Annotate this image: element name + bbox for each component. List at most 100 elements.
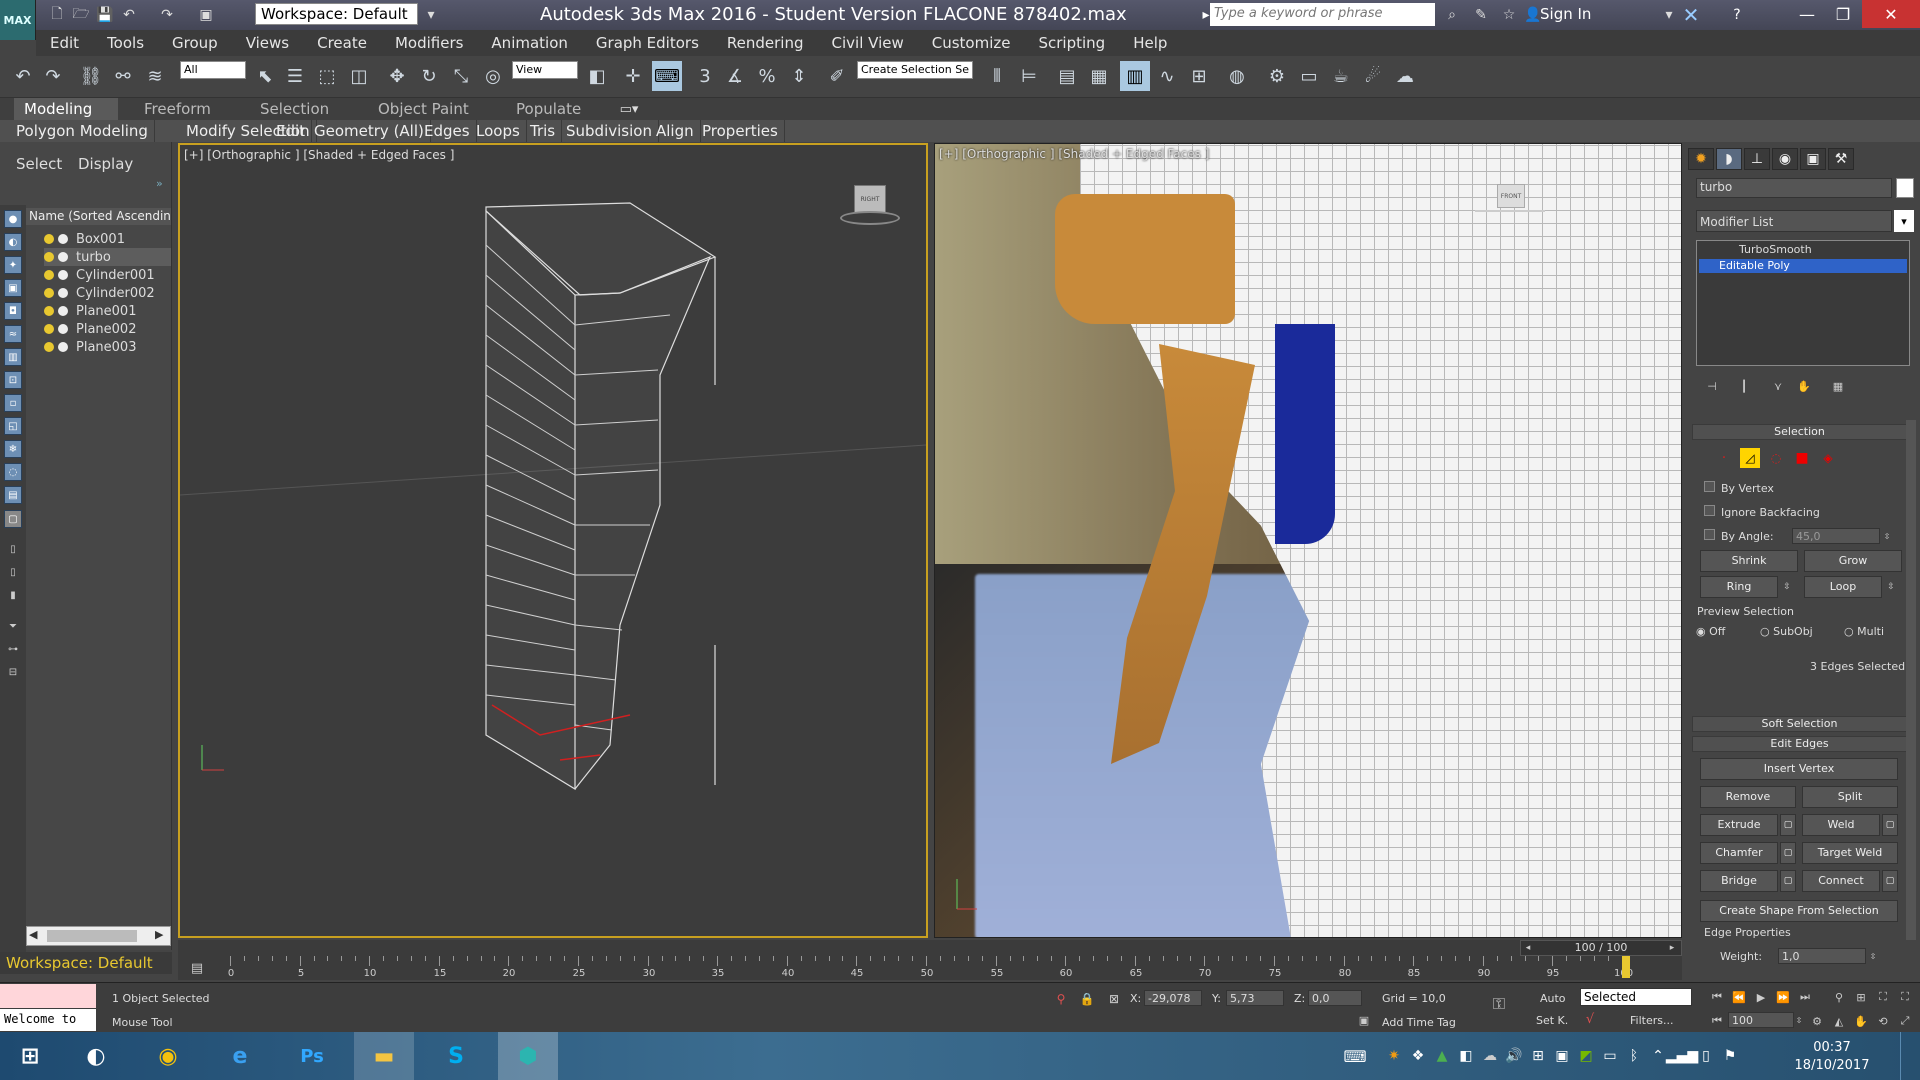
pin-stack-icon[interactable]: ⊣ [1704,378,1720,394]
select-by-name-icon[interactable]: ☰ [280,61,310,91]
list-item[interactable]: turbo [44,248,171,266]
key-filters-button[interactable]: Filters... [1630,1014,1673,1027]
display-panel-icon[interactable]: ▣ [1800,148,1826,170]
insert-vertex-button[interactable]: Insert Vertex [1700,758,1898,780]
named-selection-dropdown[interactable]: Create Selection Se [857,61,973,79]
z-coordinate-field[interactable]: 0,0 [1308,990,1362,1006]
weight-spinner[interactable]: 1,0 [1778,948,1866,964]
viewport-left[interactable]: [+] [Orthographic ] [Shaded + Edged Face… [178,143,928,938]
display-helpers-icon[interactable]: ◘ [4,302,22,320]
pivot-icon[interactable]: ◧ [582,61,612,91]
zoom-all-icon[interactable]: ⊞ [1852,988,1870,1006]
show-end-result-icon[interactable]: ┃ [1736,378,1752,394]
mini-curve-editor-icon[interactable]: ▤ [186,958,208,978]
steam-icon[interactable]: ◐ [66,1032,126,1080]
list-item[interactable]: Cylinder001 [44,266,171,284]
element-mode-icon[interactable]: ◈ [1818,448,1838,468]
welcome-text[interactable]: Welcome to [0,1009,96,1031]
binoculars-icon[interactable]: ⌕ [1441,5,1463,25]
visibility-icon[interactable] [58,342,68,352]
ribbon-options-icon[interactable]: ▭▾ [614,100,644,118]
selection-filter-dropdown[interactable]: All [180,61,246,79]
grow-button[interactable]: Grow [1804,550,1902,572]
zoom-extents-all-icon[interactable]: ⛶ [1896,988,1914,1006]
display-cameras-icon[interactable]: ▣ [4,279,22,297]
orbit-icon[interactable]: ⟲ [1874,1012,1892,1030]
go-to-start-icon[interactable]: ⏮ [1708,988,1726,1006]
viewcube-ring[interactable] [1475,210,1545,218]
viewcube[interactable]: FRONT [1475,184,1545,220]
ring-button[interactable]: Ring [1700,576,1778,598]
graphite-modeling-icon[interactable]: ▥ [1120,61,1150,91]
light-bulb-icon[interactable] [44,234,54,244]
soft-selection-rollout-header[interactable]: Soft Selection [1692,716,1907,732]
menu-scripting[interactable]: Scripting [1024,34,1119,52]
go-to-end-icon[interactable]: ⏭ [1796,988,1814,1006]
edge-mode-icon[interactable]: ◿ [1740,448,1760,468]
menu-views[interactable]: Views [232,34,303,52]
panel-edit[interactable]: Edit [270,120,313,142]
unlink-icon[interactable]: ⚯ [108,61,138,91]
tray-display-icon[interactable]: ▣ [1552,1044,1572,1068]
select-object-icon[interactable]: ⬉ [250,61,280,91]
workspace-dropdown[interactable]: Workspace: Default [255,3,418,25]
current-frame-marker[interactable] [1622,956,1630,978]
save-icon[interactable]: 💾 [94,5,116,25]
redo-icon[interactable]: ↷ [38,61,68,91]
modifier-list-dropdown[interactable]: Modifier List [1696,210,1892,232]
scroll-right-icon[interactable]: ▶ [155,928,163,941]
internet-explorer-icon[interactable]: e [210,1032,270,1080]
target-weld-button[interactable]: Target Weld [1802,842,1898,864]
close-icon[interactable]: ✕ [1862,0,1920,28]
field-of-view-icon[interactable]: ◭ [1830,1012,1848,1030]
remove-modifier-icon[interactable]: ✋ [1796,378,1812,394]
undo-icon[interactable]: ↶ [118,5,140,25]
ignore-backfacing-option[interactable]: Ignore Backfacing [1704,505,1820,519]
select-manipulate-icon[interactable]: ✛ [618,61,648,91]
absolute-mode-icon[interactable]: ⊠ [1106,990,1122,1008]
weld-button[interactable]: Weld [1802,814,1880,836]
panel-properties[interactable]: Properties [696,120,785,142]
display-none-icon[interactable]: ▢ [4,510,22,528]
placement-icon[interactable]: ◎ [478,61,508,91]
list-item[interactable]: Plane002 [44,320,171,338]
bluetooth-icon[interactable]: ᛒ [1624,1044,1644,1068]
loop-button[interactable]: Loop [1804,576,1882,598]
keyboard-shortcut-override-icon[interactable]: ⌨ [652,61,682,91]
zoom-icon[interactable]: ⚲ [1830,988,1848,1006]
workspace-menu-icon[interactable]: ▾ [420,5,442,25]
snaps-toggle-icon[interactable]: 3 [690,61,720,91]
rendered-frame-icon[interactable]: ▭ [1294,61,1324,91]
maximize-viewport-icon[interactable]: ⤢ [1896,1012,1914,1030]
light-bulb-icon[interactable] [44,324,54,334]
visibility-icon[interactable] [58,252,68,262]
ring-spinner-icon[interactable]: ⇳ [1780,576,1794,598]
prev-frame-icon[interactable]: ◂ [1522,940,1534,956]
bridge-settings-icon[interactable]: ▢ [1780,870,1796,892]
checkbox[interactable] [1704,481,1715,492]
default-tangents-icon[interactable]: √ [1582,1010,1598,1028]
window-crossing-icon[interactable]: ◫ [344,61,374,91]
viewcube[interactable]: RIGHT [840,185,900,225]
rect-selection-icon[interactable]: ⬚ [312,61,342,91]
display-spacewarps-icon[interactable]: ≈ [4,325,22,343]
list-item[interactable]: Plane003 [44,338,171,356]
battery-icon[interactable]: ▯ [1696,1044,1716,1068]
polygon-mode-icon[interactable]: ■ [1792,448,1812,468]
material-editor-icon[interactable]: ◍ [1222,61,1252,91]
curve-editor-icon[interactable]: ∿ [1152,61,1182,91]
render-setup-icon[interactable]: ⚙ [1262,61,1292,91]
render-online-icon[interactable]: ☁ [1390,61,1420,91]
hierarchy-panel-icon[interactable]: ⊥ [1744,148,1770,170]
object-name-field[interactable]: turbo [1696,178,1892,198]
bind-spacewarp-icon[interactable]: ≋ [140,61,170,91]
clock-time[interactable]: 00:37 [1800,1040,1864,1055]
angle-snap-icon[interactable]: ∡ [720,61,750,91]
tray-app-icon[interactable]: ✷ [1384,1044,1404,1068]
display-lights-icon[interactable]: ✦ [4,256,22,274]
tray-windows-icon[interactable]: ⊞ [1528,1044,1548,1068]
menu-customize[interactable]: Customize [918,34,1025,52]
key-mode-dropdown[interactable]: Selected [1580,988,1692,1006]
menu-help[interactable]: Help [1119,34,1181,52]
by-angle-option[interactable]: By Angle: [1704,529,1774,543]
